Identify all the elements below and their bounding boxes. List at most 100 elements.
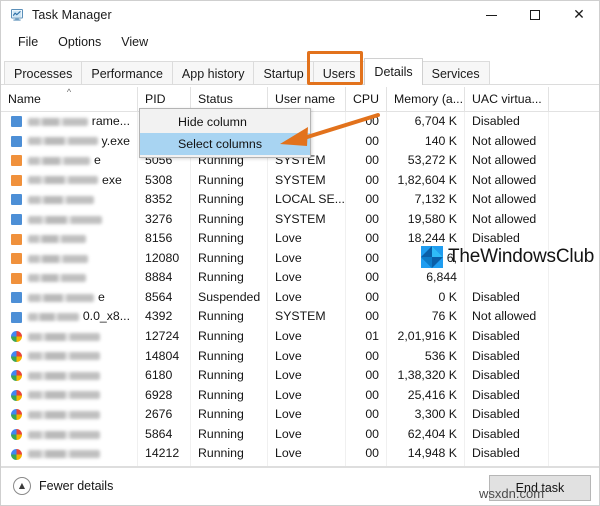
minimize-button[interactable] <box>469 1 513 29</box>
table-row[interactable]: 12080 Running Love 00 6, <box>1 248 599 269</box>
cell-user-name: SYSTEM <box>268 209 346 230</box>
end-task-button[interactable]: End task <box>489 475 591 501</box>
cell-status: Running <box>191 229 268 249</box>
cell-filler <box>549 366 599 386</box>
table-row[interactable]: 8352 Running LOCAL SE... 00 7,132 K Not allow… <box>1 190 599 210</box>
table-row[interactable]: 0.0_x8... 4392 Running SYSTEM 00 76 K Not allo… <box>1 307 599 328</box>
cell-process-name <box>1 385 138 406</box>
redacted-process-name <box>28 371 100 380</box>
cell-filler <box>549 229 599 249</box>
cell-filler <box>549 327 599 347</box>
maximize-button[interactable] <box>513 1 557 29</box>
redacted-process-name <box>28 313 79 322</box>
table-row[interactable]: 14212 Running Love 00 14,948 K Disabled <box>1 444 599 464</box>
cell-pid: 4392 <box>138 307 191 328</box>
menu-options[interactable]: Options <box>49 32 110 52</box>
process-icon <box>11 448 22 460</box>
cell-process-name: rame... <box>1 112 138 132</box>
tab-app-history[interactable]: App history <box>171 61 255 85</box>
column-context-menu: Hide column Select columns <box>139 108 311 158</box>
window-title: Task Manager <box>32 8 112 22</box>
cell-uac-virtualization: Disabled <box>465 112 549 132</box>
tab-users[interactable]: Users <box>312 61 366 85</box>
tab-processes[interactable]: Processes <box>4 61 83 85</box>
cell-cpu: 00 <box>346 444 387 464</box>
cell-uac-virtualization: Disabled <box>465 444 549 464</box>
cell-cpu: 00 <box>346 405 387 425</box>
cell-user-name: Love <box>268 327 346 347</box>
cell-uac-virtualization: Not allowed <box>465 209 549 230</box>
tab-performance[interactable]: Performance <box>81 61 173 85</box>
table-row[interactable]: 14804 Running Love 00 536 K Disabled <box>1 346 599 367</box>
process-name-visible-tail: rame... <box>91 114 130 128</box>
tab-services[interactable]: Services <box>421 61 490 85</box>
cell-cpu: 00 <box>346 424 387 445</box>
fewer-details-label: Fewer details <box>39 479 114 493</box>
table-row[interactable]: 6928 Running Love 00 25,416 K Disabled <box>1 385 599 406</box>
tab-details[interactable]: Details <box>364 58 423 85</box>
table-row[interactable]: 2676 Running Love 00 3,300 K Disabled <box>1 405 599 425</box>
process-icon <box>11 272 22 284</box>
title-bar: Task Manager ✕ <box>1 1 599 29</box>
table-row[interactable]: 8884 Running Love 00 6,844 <box>1 268 599 288</box>
cell-filler <box>549 405 599 425</box>
table-row[interactable]: 3276 Running SYSTEM 00 19,580 K Not allowed <box>1 209 599 230</box>
table-row[interactable]: e 8564 Suspended Love 00 0 K Disabled <box>1 287 599 308</box>
process-name-visible-tail: e <box>94 153 101 168</box>
cell-uac-virtualization: Disabled <box>465 287 549 308</box>
table-row[interactable]: exe 5308 Running SYSTEM 00 1,82,604 K Not allo… <box>1 170 599 191</box>
cell-process-name <box>1 444 138 464</box>
context-menu-item-select-columns[interactable]: Select columns <box>140 133 310 155</box>
cell-cpu: 00 <box>346 268 387 288</box>
cell-filler <box>549 210 599 230</box>
table-row[interactable]: 5864 Running Love 00 62,404 K Disabled <box>1 424 599 445</box>
cell-memory: 7,132 K <box>387 190 465 210</box>
cell-status: Running <box>191 424 268 445</box>
cell-user-name: Love <box>268 346 346 367</box>
column-header-memory[interactable]: Memory (a... <box>387 87 465 112</box>
cell-uac-virtualization <box>465 268 549 288</box>
process-icon <box>11 253 22 265</box>
cell-user-name: LOCAL SE... <box>268 190 346 210</box>
table-body: rame... 00 6,704 K Disabled y.exe 00 140 K Not … <box>1 112 599 467</box>
cell-uac-virtualization: Disabled <box>465 229 549 249</box>
cell-user-name: Love <box>268 444 346 464</box>
cell-user-name: Love <box>268 366 346 386</box>
column-header-cpu[interactable]: CPU <box>346 87 387 112</box>
table-row[interactable]: 8156 Running Love 00 18,244 K Disabled <box>1 229 599 249</box>
cell-process-name <box>1 248 138 269</box>
column-header-uac-virtualization[interactable]: UAC virtua... <box>465 87 549 112</box>
column-header-filler <box>549 87 599 112</box>
process-icon <box>11 214 22 225</box>
context-menu-item-hide-column[interactable]: Hide column <box>140 111 310 133</box>
cell-uac-virtualization: Not allowed <box>465 190 549 210</box>
menu-file[interactable]: File <box>9 32 47 52</box>
cell-filler <box>549 288 599 308</box>
redacted-process-name <box>28 430 100 439</box>
cell-user-name: Love <box>268 268 346 288</box>
table-row[interactable]: 6180 Running Love 00 1,38,320 K Disabled <box>1 366 599 386</box>
cell-status: Running <box>191 405 268 425</box>
redacted-process-name <box>28 391 100 400</box>
column-header-name[interactable]: Name ^ <box>1 87 138 112</box>
cell-status: Running <box>191 346 268 367</box>
table-row[interactable]: 12724 Running Love 01 2,01,916 K Disabled <box>1 327 599 347</box>
cell-user-name: Love <box>268 248 346 269</box>
redacted-process-name <box>28 274 86 283</box>
process-icon <box>11 174 22 186</box>
redacted-process-name <box>28 254 88 263</box>
menu-view[interactable]: View <box>112 32 157 52</box>
cell-cpu: 00 <box>346 366 387 386</box>
cell-memory: 76 K <box>387 307 465 328</box>
redacted-process-name <box>28 410 100 419</box>
cell-status: Running <box>191 248 268 269</box>
close-button[interactable]: ✕ <box>557 1 599 29</box>
cell-pid: 8564 <box>138 287 191 308</box>
cell-user-name: Love <box>268 424 346 445</box>
window-controls: ✕ <box>469 1 599 29</box>
cell-uac-virtualization: Not allowed <box>465 307 549 328</box>
fewer-details-button[interactable]: ▲ Fewer details <box>13 477 113 495</box>
cell-filler <box>549 112 599 132</box>
cell-memory: 18,244 K <box>387 229 465 249</box>
tab-startup[interactable]: Startup <box>253 61 314 85</box>
